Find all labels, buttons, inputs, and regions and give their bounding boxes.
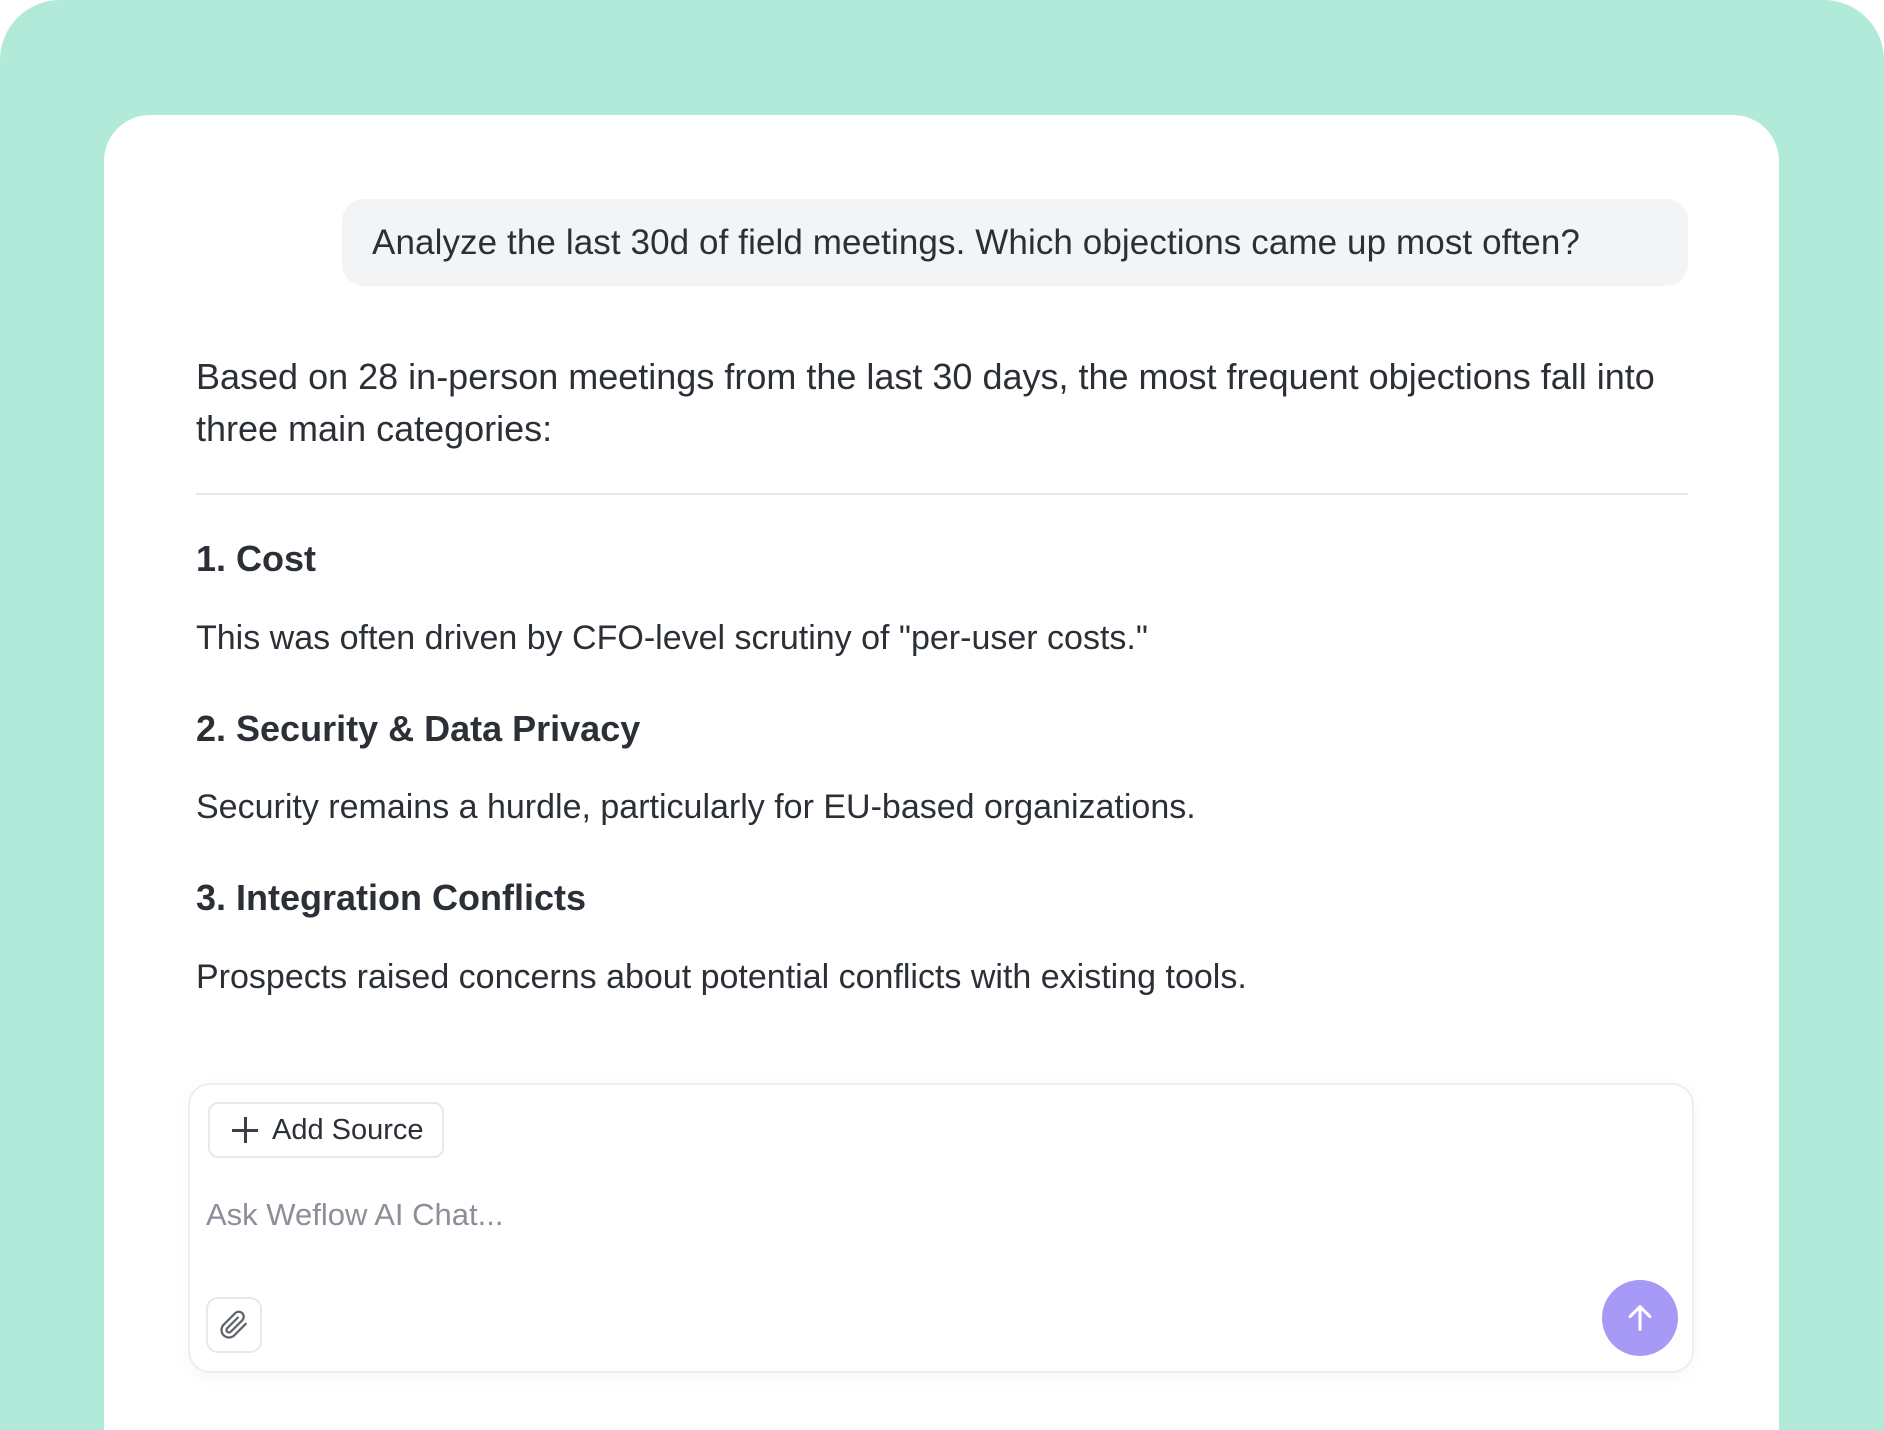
plus-icon	[232, 1117, 258, 1143]
app-background: Analyze the last 30d of field meetings. …	[0, 0, 1884, 1430]
objection-heading-cost: 1. Cost	[196, 538, 317, 579]
arrow-up-icon	[1628, 1305, 1652, 1331]
paperclip-icon	[220, 1310, 247, 1339]
chat-panel: Analyze the last 30d of field meetings. …	[104, 115, 1779, 1430]
chat-input[interactable]	[206, 1190, 1506, 1240]
chat-composer: Add Source	[188, 1083, 1694, 1373]
objection-heading-security: 2. Security & Data Privacy	[196, 708, 641, 749]
objection-body-integration: Prospects raised concerns about potentia…	[196, 958, 1247, 996]
attach-button[interactable]	[206, 1297, 262, 1353]
objection-body-security: Security remains a hurdle, particularly …	[196, 788, 1196, 826]
objection-heading-integration: 3. Integration Conflicts	[196, 877, 587, 918]
send-button[interactable]	[1602, 1280, 1678, 1356]
user-message-text: Analyze the last 30d of field meetings. …	[372, 222, 1580, 262]
answer-divider	[196, 493, 1688, 495]
add-source-button[interactable]: Add Source	[208, 1102, 444, 1158]
add-source-label: Add Source	[272, 1113, 424, 1146]
assistant-answer-intro: Based on 28 in-person meetings from the …	[196, 356, 1655, 449]
objection-body-cost: This was often driven by CFO-level scrut…	[196, 619, 1148, 657]
user-message-bubble: Analyze the last 30d of field meetings. …	[342, 199, 1688, 286]
